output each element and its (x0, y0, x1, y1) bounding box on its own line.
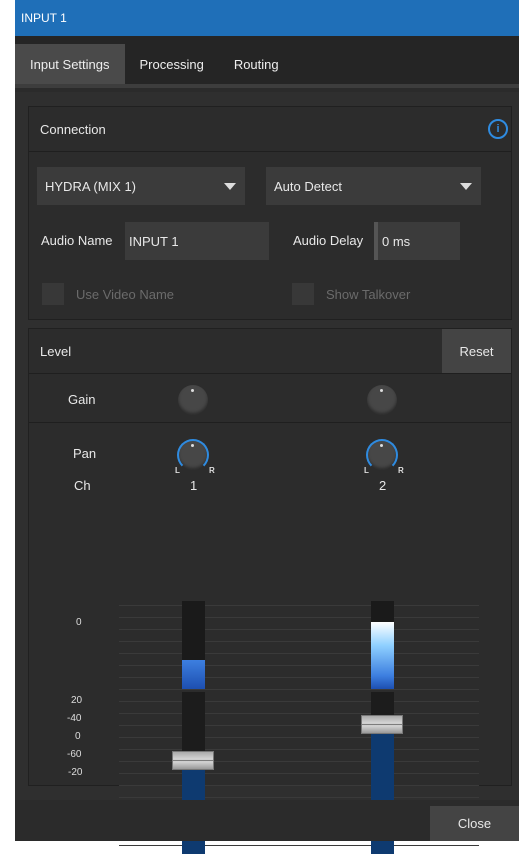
fader-scale-label: -40 (67, 713, 82, 724)
fader-scale-label: 0 (75, 731, 81, 742)
window-title: INPUT 1 (21, 11, 67, 25)
use-video-name-label: Use Video Name (76, 287, 175, 302)
tab-bar: Input Settings Processing Routing (15, 36, 519, 88)
fader-scale-label: 20 (71, 695, 83, 706)
level-panel: Level Reset Gain Pan L R L R Ch 1 2 0 20… (28, 328, 512, 854)
tab-routing[interactable]: Routing (219, 44, 294, 84)
audio-delay-field[interactable]: 0 ms (374, 222, 460, 260)
level-meter-ch1 (182, 601, 205, 689)
tab-input-settings[interactable]: Input Settings (15, 44, 125, 84)
fader-handle-ch2[interactable] (361, 715, 403, 734)
meter-fill (371, 622, 394, 689)
meter-gridline (119, 713, 479, 714)
meter-gridline (119, 773, 479, 774)
meter-gridline (119, 689, 479, 690)
meter-gridline (119, 797, 479, 798)
tab-content: Connection i HYDRA (MIX 1) Auto Detect A… (15, 92, 519, 854)
meter-gridline (119, 653, 479, 654)
show-talkover-checkbox[interactable] (292, 283, 314, 305)
close-button[interactable]: Close (430, 806, 519, 841)
pan-left-label: L (364, 466, 369, 475)
level-header: Level (29, 329, 511, 374)
fader-scale-label: -60 (67, 749, 82, 760)
chevron-down-icon (224, 183, 236, 190)
show-talkover-label: Show Talkover (326, 287, 411, 302)
level-title: Level (40, 343, 72, 359)
fader-scale-label: -20 (68, 767, 83, 778)
pan-right-label: R (398, 466, 404, 475)
pan-left-label: L (175, 466, 180, 475)
meter-scale-label: 0 (76, 617, 82, 628)
divider (29, 422, 511, 423)
meter-gridline (119, 677, 479, 678)
fader-handle-ch1[interactable] (172, 751, 214, 770)
connection-panel: Connection i HYDRA (MIX 1) Auto Detect A… (28, 106, 512, 320)
gain-label: Gain (68, 392, 96, 407)
audio-name-field[interactable]: INPUT 1 (125, 222, 269, 260)
meter-gridline (119, 845, 479, 846)
meter-gridline (119, 749, 479, 750)
use-video-name-checkbox[interactable] (42, 283, 64, 305)
meter-gridline (119, 701, 479, 702)
tab-processing[interactable]: Processing (125, 44, 219, 84)
ch-label: Ch (74, 478, 91, 493)
info-icon[interactable]: i (488, 119, 508, 139)
audio-name-value: INPUT 1 (129, 233, 179, 249)
meter-gridline (119, 629, 479, 630)
knob-indicator-icon (191, 389, 194, 392)
meter-gridline (119, 737, 479, 738)
pan-ring-icon (366, 439, 398, 471)
connection-title: Connection (40, 121, 106, 137)
meter-gridline (119, 617, 479, 618)
meter-gridline (119, 785, 479, 786)
window-titlebar: INPUT 1 (15, 0, 519, 36)
pan-ring-icon (177, 439, 209, 471)
audio-delay-value: 0 ms (382, 233, 411, 249)
meter-gridline (119, 641, 479, 642)
meter-fill (182, 660, 205, 689)
format-dropdown-value: Auto Detect (274, 178, 342, 194)
source-dropdown-value: HYDRA (MIX 1) (45, 178, 137, 194)
meter-gridline (119, 605, 479, 606)
meter-gridline (119, 725, 479, 726)
chevron-down-icon (460, 183, 472, 190)
channel-number: 1 (190, 478, 198, 493)
level-meter-ch2 (371, 601, 394, 689)
gain-knob-ch2[interactable] (367, 385, 397, 415)
gain-knob-ch1[interactable] (178, 385, 208, 415)
audio-delay-label: Audio Delay (293, 233, 364, 248)
audio-name-label: Audio Name (41, 233, 113, 248)
reset-button[interactable]: Reset (442, 329, 511, 373)
meter-gridline (119, 665, 479, 666)
source-dropdown[interactable]: HYDRA (MIX 1) (37, 167, 245, 205)
connection-header: Connection (29, 107, 511, 152)
pan-right-label: R (209, 466, 215, 475)
channel-number: 2 (379, 478, 387, 493)
dialog-footer: Close (15, 800, 519, 841)
format-dropdown[interactable]: Auto Detect (266, 167, 481, 205)
pan-label: Pan (73, 446, 97, 461)
knob-indicator-icon (380, 389, 383, 392)
